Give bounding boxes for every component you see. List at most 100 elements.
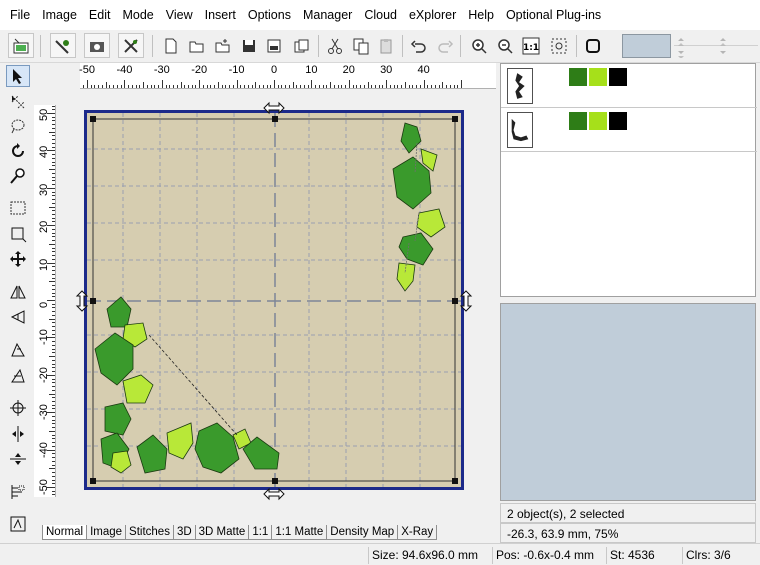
stitch-wizard-button[interactable] bbox=[50, 33, 76, 58]
color-swatch-2[interactable] bbox=[589, 68, 607, 86]
mirror-horizontal-tool[interactable] bbox=[6, 281, 30, 303]
ruler-tick bbox=[52, 415, 55, 417]
split-tool[interactable] bbox=[6, 481, 30, 503]
cross-stitch-button[interactable] bbox=[118, 33, 144, 58]
tab-3d-matte[interactable]: 3D Matte bbox=[194, 525, 250, 540]
ruler-tick bbox=[255, 82, 257, 88]
align-horizontal-tool[interactable] bbox=[6, 423, 30, 445]
move-tool[interactable] bbox=[6, 248, 30, 270]
tab-image[interactable]: Image bbox=[86, 525, 127, 540]
ruler-tick bbox=[52, 176, 55, 178]
menu-insert[interactable]: Insert bbox=[199, 0, 242, 30]
bend-icon bbox=[11, 368, 25, 383]
menu-view[interactable]: View bbox=[160, 0, 199, 30]
save-as-button[interactable] bbox=[262, 33, 288, 58]
menu-mode[interactable]: Mode bbox=[116, 0, 159, 30]
tab-3d[interactable]: 3D bbox=[172, 525, 196, 540]
object-row-1[interactable] bbox=[501, 64, 757, 108]
ruler-tick bbox=[52, 191, 55, 193]
stitch-edit-tool[interactable] bbox=[6, 513, 30, 535]
copy-button[interactable] bbox=[348, 33, 374, 58]
design-canvas[interactable] bbox=[87, 113, 461, 487]
ruler-tick bbox=[47, 487, 55, 488]
menu-edit[interactable]: Edit bbox=[83, 0, 117, 30]
actual-size-button[interactable]: 1:1 bbox=[518, 33, 544, 58]
tab-1-1-matte[interactable]: 1:1 Matte bbox=[271, 525, 328, 540]
ruler-tick bbox=[52, 438, 55, 440]
menu-bar: File Image Edit Mode View Insert Options… bbox=[0, 0, 760, 30]
save-button[interactable] bbox=[236, 33, 262, 58]
tab-stitches[interactable]: Stitches bbox=[125, 525, 174, 540]
select-tool[interactable] bbox=[6, 65, 30, 87]
resize-handle-bottom-icon[interactable] bbox=[262, 487, 286, 501]
rotate-tool[interactable] bbox=[6, 140, 30, 162]
ruler-tick bbox=[52, 329, 55, 331]
zoom-tool[interactable] bbox=[6, 165, 30, 187]
ruler-tick bbox=[52, 382, 55, 384]
open-button[interactable] bbox=[184, 33, 210, 58]
center-tool[interactable] bbox=[6, 397, 30, 419]
menu-file[interactable]: File bbox=[4, 0, 36, 30]
menu-options[interactable]: Options bbox=[242, 0, 297, 30]
menu-manager[interactable]: Manager bbox=[297, 0, 358, 30]
crop-tool[interactable] bbox=[6, 223, 30, 245]
ruler-tick bbox=[296, 85, 298, 88]
hoop-button[interactable] bbox=[580, 33, 606, 58]
zoom-in-button[interactable] bbox=[466, 33, 492, 58]
bend-tool[interactable] bbox=[6, 365, 30, 387]
object-row-2[interactable] bbox=[501, 108, 757, 152]
fabric-color-swatch[interactable] bbox=[622, 34, 671, 58]
freehand-select-tool[interactable] bbox=[6, 115, 30, 137]
ruler-tick bbox=[109, 85, 111, 88]
zoom-out-button[interactable] bbox=[492, 33, 518, 58]
slant-tool[interactable] bbox=[6, 339, 30, 361]
lasso-tool[interactable] bbox=[6, 91, 30, 113]
ruler-tick bbox=[52, 333, 55, 335]
crop-icon bbox=[11, 227, 27, 243]
cut-button[interactable] bbox=[322, 33, 348, 58]
export-button[interactable] bbox=[288, 33, 314, 58]
ruler-tick bbox=[457, 85, 459, 88]
color-swatch-1[interactable] bbox=[569, 112, 587, 130]
color-swatch-2[interactable] bbox=[589, 112, 607, 130]
ivy-vine-left[interactable] bbox=[94, 296, 280, 474]
resize-handle-right-icon[interactable] bbox=[459, 289, 473, 313]
ruler-tick bbox=[87, 80, 88, 88]
color-swatch-3[interactable] bbox=[609, 112, 627, 130]
paste-button[interactable] bbox=[374, 33, 400, 58]
preview-pane[interactable] bbox=[500, 303, 756, 501]
ruler-tick bbox=[52, 172, 55, 174]
align-v-icon bbox=[10, 453, 26, 465]
ruler-tick bbox=[244, 85, 246, 88]
align-h-icon bbox=[12, 426, 24, 442]
undo-button[interactable] bbox=[406, 33, 432, 58]
color-swatch-1[interactable] bbox=[569, 68, 587, 86]
ruler-tick bbox=[52, 408, 55, 410]
tab-1-1[interactable]: 1:1 bbox=[248, 525, 273, 540]
color-swatch-3[interactable] bbox=[609, 68, 627, 86]
design-wizard-button[interactable] bbox=[8, 33, 34, 58]
merge-button[interactable] bbox=[210, 33, 236, 58]
redo-button[interactable] bbox=[432, 33, 458, 58]
tab-normal[interactable]: Normal bbox=[42, 525, 88, 540]
ruler-tick bbox=[52, 258, 55, 260]
resize-handle-top-icon[interactable] bbox=[262, 101, 286, 115]
rect-select-tool[interactable] bbox=[6, 197, 30, 219]
menu-help[interactable]: Help bbox=[462, 0, 500, 30]
menu-cloud[interactable]: Cloud bbox=[358, 0, 403, 30]
resize-handle-left-icon[interactable] bbox=[75, 289, 89, 313]
hoop-canvas[interactable] bbox=[75, 101, 473, 501]
ruler-tick bbox=[315, 85, 317, 88]
zoom-fit-button[interactable] bbox=[546, 33, 572, 58]
photo-stitch-button[interactable] bbox=[84, 33, 110, 58]
wizard-icon bbox=[13, 38, 29, 53]
align-vertical-tool[interactable] bbox=[6, 448, 30, 470]
mirror-vertical-tool[interactable] bbox=[6, 306, 30, 328]
menu-image[interactable]: Image bbox=[36, 0, 83, 30]
ivy-vine-right[interactable] bbox=[392, 122, 446, 292]
tab-x-ray[interactable]: X-Ray bbox=[397, 525, 438, 540]
new-button[interactable] bbox=[158, 33, 184, 58]
menu-optional-plugins[interactable]: Optional Plug-ins bbox=[500, 0, 607, 30]
tab-density-map[interactable]: Density Map bbox=[326, 525, 399, 540]
menu-explorer[interactable]: eXplorer bbox=[403, 0, 462, 30]
